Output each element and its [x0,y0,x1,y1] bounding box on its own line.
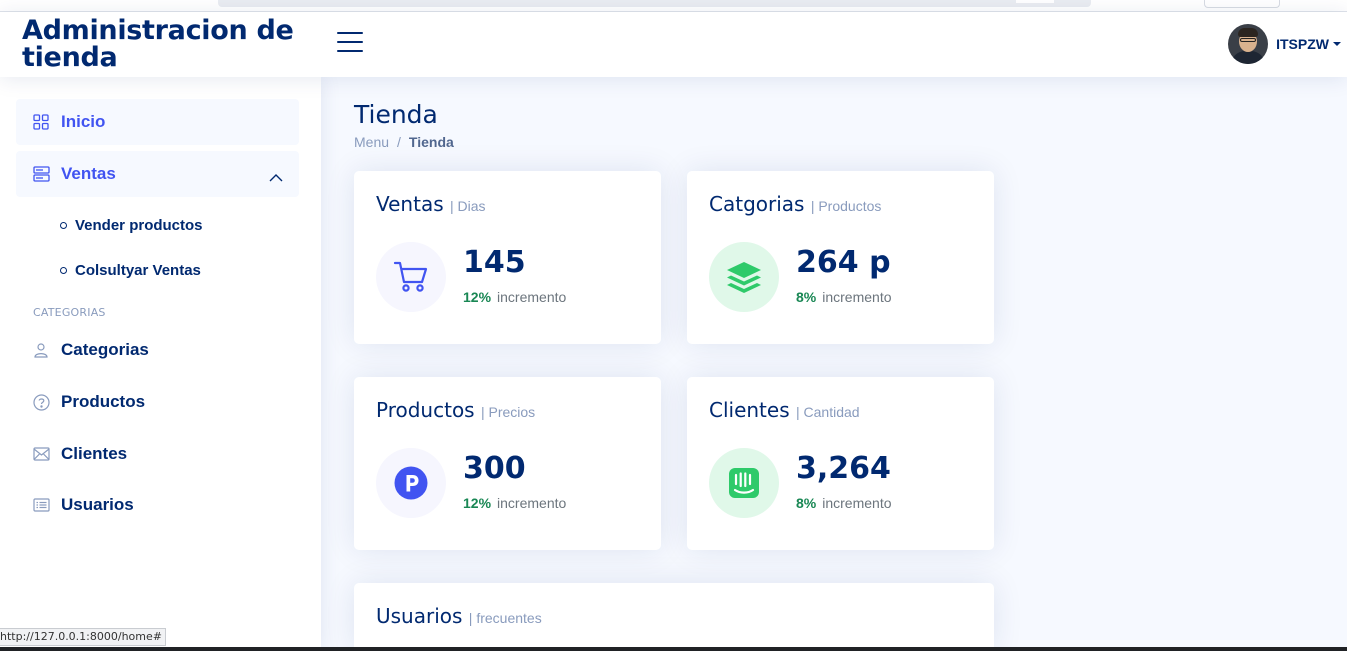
menu-button-icon [32,165,50,183]
card-title: Clientes | Cantidad [709,398,860,422]
logo-text[interactable]: Administracion de tienda [22,17,322,71]
breadcrumb: Menu / Tienda [354,134,454,150]
hamburger-line [337,41,363,43]
window-bottom-edge [0,647,1347,651]
card-percent-label: incremento [822,289,892,305]
sidebar-item-label: Inicio [61,112,106,131]
sidebar-item-usuarios[interactable]: Usuarios [16,482,299,528]
card-meta: 12% incremento [463,495,566,511]
card-subtitle: | Cantidad [795,404,860,420]
avatar-glasses [1240,38,1257,42]
sidebar-item-inicio[interactable]: Inicio [16,99,299,145]
card-meta: 8% incremento [796,495,892,511]
sidebar-item-label: Productos [61,392,146,411]
card-title-text: Clientes [709,398,790,422]
clients-card: Clientes | Cantidad 3,264 8% incremento [687,377,994,550]
chevron-up-icon [269,167,283,187]
sidebar-item-label: Clientes [61,444,128,463]
card-value: 145 [463,245,526,280]
users-card: Usuarios | frecuentes [354,583,994,651]
card-title: Productos | Precios [376,398,535,422]
sidebar-subitem-label: Colsultyar Ventas [75,262,201,279]
browser-status-url: http://127.0.0.1:8000/home# [0,628,166,646]
card-title-text: Usuarios [376,604,463,628]
products-card: Productos | Precios 300 12% incremento [354,377,661,550]
sidebar-item-label: Usuarios [61,495,134,514]
card-percent: 12% [463,495,492,511]
card-value: 300 [463,451,526,486]
sidebar-item-label: Ventas [61,164,116,183]
sidebar-subitem-label: Vender productos [75,217,203,234]
question-circle-icon [32,393,50,411]
hamburger-line [337,50,363,52]
card-percent-label: incremento [822,495,892,511]
page-title: Tienda [354,100,438,129]
breadcrumb-separator: / [397,134,401,150]
avatar-hair [1238,28,1259,37]
header: Administracion de tienda ITSPZW [0,12,1347,77]
sales-card: Ventas | Dias 145 12% incremento [354,171,661,344]
sidebar-item-categorias[interactable]: Categorias [16,327,299,373]
browser-toolbar-chip[interactable] [1204,0,1280,8]
categories-card: Catgorias | Productos 264 p 8% incremento [687,171,994,344]
card-title: Usuarios | frecuentes [376,604,542,628]
envelope-icon [32,445,50,463]
card-meta: 12% incremento [463,289,566,305]
card-percent: 8% [796,289,817,305]
sidebar-item-label: Categorias [61,340,149,359]
sidebar-item-productos[interactable]: Productos [16,379,299,425]
avatar-body [1231,51,1266,64]
browser-top-strip [0,0,1347,12]
browser-address-bar[interactable] [218,0,1091,7]
profile-dropdown-toggle[interactable]: ITSPZW [1228,24,1341,64]
card-subtitle: | Productos [810,198,882,214]
sidebar-subitem-consultar-ventas[interactable]: Colsultyar Ventas [60,262,201,279]
breadcrumb-current: Tienda [408,134,454,150]
card-meta: 8% incremento [796,289,892,305]
card-title: Ventas | Dias [376,192,486,216]
card-value: 3,264 [796,451,891,486]
person-icon [32,341,50,359]
stack-icon [709,242,779,312]
cart-icon [376,242,446,312]
intercom-icon [709,448,779,518]
card-subtitle: | frecuentes [468,610,542,626]
sidebar-item-ventas[interactable]: Ventas [16,151,299,197]
profile-name: ITSPZW [1276,36,1329,52]
sidebar-item-clientes[interactable]: Clientes [16,431,299,477]
card-list-icon [32,496,50,514]
card-subtitle: | Precios [480,404,536,420]
card-subtitle: | Dias [450,198,486,214]
card-percent-label: incremento [497,495,567,511]
breadcrumb-link-menu[interactable]: Menu [354,134,389,150]
browser-bar-knob [1016,0,1054,3]
card-title: Catgorias | Productos [709,192,881,216]
sidebar-heading: CATEGORIAS [33,306,106,319]
grid-icon [32,113,50,131]
caret-down-icon [1333,42,1341,46]
card-value: 264 p [796,245,891,280]
p-circle-icon [376,448,446,518]
card-percent-label: incremento [497,289,567,305]
circle-icon [60,222,67,229]
sidebar-subitem-vender-productos[interactable]: Vender productos [60,217,203,234]
card-title-text: Productos [376,398,475,422]
hamburger-line [337,32,363,34]
card-title-text: Catgorias [709,192,805,216]
sidebar: Inicio Ventas Vender productos Colsultya… [0,77,321,651]
card-percent: 12% [463,289,492,305]
card-title-text: Ventas [376,192,444,216]
circle-icon [60,267,67,274]
toggle-sidebar-button[interactable] [337,32,363,54]
avatar [1228,24,1269,64]
card-percent: 8% [796,495,817,511]
